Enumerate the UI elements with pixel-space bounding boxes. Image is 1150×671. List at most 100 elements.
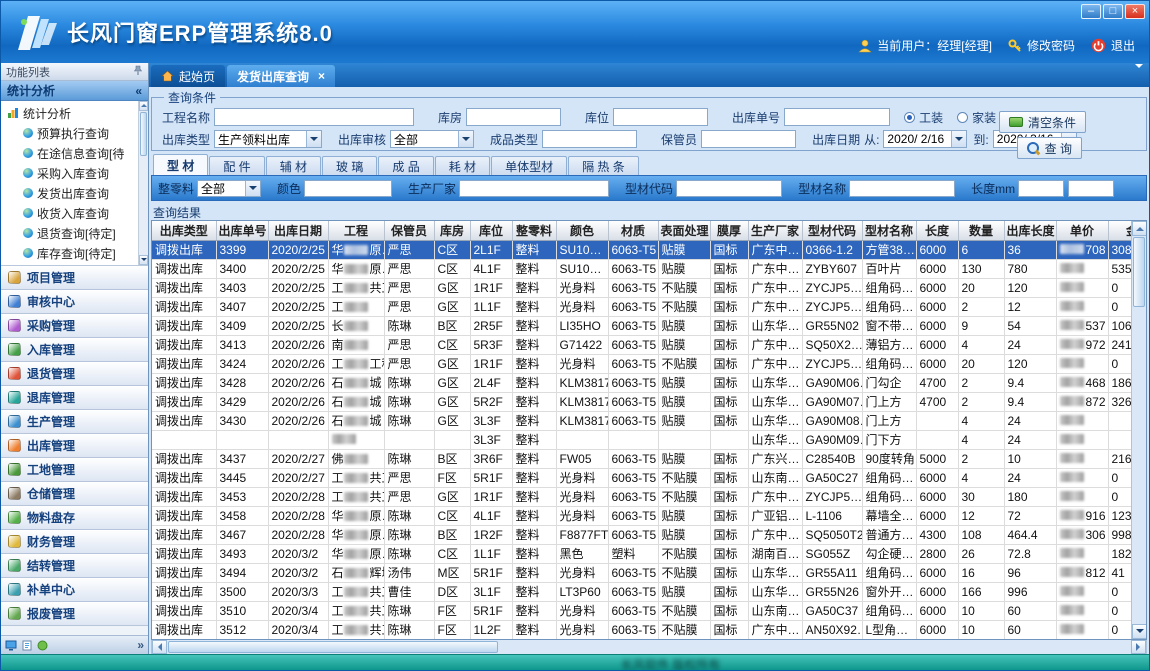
out-type-select[interactable]: 生产领料出库 — [214, 130, 322, 148]
tree-item[interactable]: 在途信息查询[待 — [1, 143, 148, 163]
table-row[interactable]: 调拨出库34292020/2/26石城陈琳G区5R2F整料KLM38176063… — [152, 392, 1131, 411]
pin-icon[interactable] — [133, 65, 143, 79]
column-header[interactable]: 出库长度 — [1004, 221, 1056, 240]
warehouse-input[interactable] — [466, 108, 561, 126]
column-header[interactable]: 膜厚 — [710, 221, 748, 240]
table-row[interactable]: 调拨出库34242020/2/26工工程严思G区1R1F整料光身料6063-T5… — [152, 354, 1131, 373]
table-row[interactable]: 调拨出库34002020/2/25华原…严思C区4L1F整料SU10…6063-… — [152, 259, 1131, 278]
more-chevron[interactable]: » — [137, 638, 144, 652]
tree-item[interactable]: 发货出库查询 — [1, 183, 148, 203]
maximize-button[interactable]: □ — [1103, 4, 1123, 19]
material-tab[interactable]: 辅 材 — [266, 156, 321, 175]
table-row[interactable]: 调拨出库34072020/2/25工严思G区1L1F整料光身料6063-T5不贴… — [152, 297, 1131, 316]
tree-item[interactable]: 退货查询[待定] — [1, 223, 148, 243]
minimize-button[interactable]: – — [1081, 4, 1101, 19]
manufacturer-filter-input[interactable] — [459, 180, 609, 197]
sidebar-group-header[interactable]: 统计分析 « — [1, 81, 148, 101]
table-row[interactable]: 调拨出库34302020/2/26石城陈琳G区3L3F整料KLM38176063… — [152, 411, 1131, 430]
material-tab[interactable]: 单体型材 — [491, 156, 567, 175]
logout-button[interactable]: 退出 — [1091, 37, 1135, 54]
sidebar-item[interactable]: 工地管理 — [1, 458, 148, 482]
table-row[interactable]: 调拨出库34932020/3/2华原…陈琳C区1L1F整料黑色塑料不贴膜国标湖南… — [152, 544, 1131, 563]
search-button[interactable]: 查 询 — [1017, 137, 1082, 159]
scrollbar-thumb[interactable] — [140, 112, 147, 156]
material-tab[interactable]: 玻 璃 — [322, 156, 377, 175]
sidebar-item[interactable]: 出库管理 — [1, 434, 148, 458]
profile-name-filter-input[interactable] — [849, 180, 955, 197]
material-tab[interactable]: 耗 材 — [435, 156, 490, 175]
column-header[interactable]: 出库类型 — [152, 221, 216, 240]
sidebar-item[interactable]: 退货管理 — [1, 362, 148, 386]
horizontal-scrollbar[interactable] — [151, 640, 1147, 654]
tree-scrollbar[interactable] — [138, 101, 148, 265]
length-to-input[interactable] — [1068, 180, 1114, 197]
tab-close-icon[interactable]: × — [318, 69, 325, 83]
scroll-right-icon[interactable] — [1131, 640, 1146, 654]
color-filter-input[interactable] — [304, 180, 392, 197]
table-row[interactable]: 3L3F整料山东华…GA90M09…门下方424 — [152, 430, 1131, 449]
location-input[interactable] — [613, 108, 708, 126]
length-from-input[interactable] — [1018, 180, 1064, 197]
product-type-input[interactable] — [542, 130, 637, 148]
table-row[interactable]: 调拨出库34132020/2/26南严思C区5R3F整料G714226063-T… — [152, 335, 1131, 354]
tab-list-dropdown-icon[interactable] — [1135, 68, 1143, 82]
column-header[interactable]: 长度 — [916, 221, 958, 240]
sidebar-item[interactable]: 物料盘存 — [1, 506, 148, 530]
table-row[interactable]: 调拨出库34532020/2/28工共工程严思G区1R1F整料光身料6063-T… — [152, 487, 1131, 506]
column-header[interactable]: 出库日期 — [268, 221, 328, 240]
tree-root[interactable]: 统计分析 — [1, 103, 148, 123]
column-header[interactable]: 库房 — [434, 221, 470, 240]
scroll-down-icon[interactable] — [139, 255, 148, 265]
tree-item[interactable]: 采购入库查询 — [1, 163, 148, 183]
scrollbar-thumb[interactable] — [1133, 237, 1145, 307]
sidebar-item[interactable]: 审核中心 — [1, 290, 148, 314]
tree-item[interactable]: 收货入库查询 — [1, 203, 148, 223]
material-tab[interactable]: 隔 热 条 — [568, 156, 639, 175]
table-row[interactable]: 调拨出库35002020/3/3工共工程曹佳D区3L1F整料LT3P606063… — [152, 582, 1131, 601]
radio-jiazhuang[interactable]: 家装 — [957, 109, 996, 126]
clear-conditions-button[interactable]: 清空条件 — [999, 111, 1086, 133]
column-header[interactable]: 出库单号 — [216, 221, 268, 240]
table-row[interactable]: 调拨出库35122020/3/4工共工程陈琳F区1L2F整料光身料6063-T5… — [152, 620, 1131, 639]
sidebar-item[interactable]: 退库管理 — [1, 386, 148, 410]
column-header[interactable]: 材质 — [608, 221, 658, 240]
table-row[interactable]: 调拨出库34672020/2/28华原…陈琳B区1R2F整料F8877FT606… — [152, 525, 1131, 544]
report-icon[interactable] — [21, 640, 33, 651]
sidebar-item[interactable]: 采购管理 — [1, 314, 148, 338]
material-tab[interactable]: 型 材 — [153, 154, 208, 175]
table-row[interactable]: 调拨出库34092020/2/25长陈琳B区2R5F整料LI35HO6063-T… — [152, 316, 1131, 335]
keeper-input[interactable] — [701, 130, 796, 148]
sidebar-item[interactable]: 入库管理 — [1, 338, 148, 362]
whole-part-select[interactable]: 全部 — [197, 180, 261, 197]
scroll-left-icon[interactable] — [152, 640, 167, 654]
sidebar-item[interactable]: 项目管理 — [1, 266, 148, 290]
profile-code-filter-input[interactable] — [676, 180, 782, 197]
material-tab[interactable]: 成 品 — [378, 156, 433, 175]
scroll-up-icon[interactable] — [1132, 221, 1147, 236]
vertical-scrollbar[interactable] — [1131, 221, 1146, 639]
column-header[interactable]: 金额 — [1108, 221, 1131, 240]
column-header[interactable]: 工程 — [328, 221, 384, 240]
leaf-icon[interactable] — [37, 640, 48, 651]
column-header[interactable]: 型材代码 — [802, 221, 862, 240]
table-row[interactable]: 调拨出库34282020/2/26石城陈琳G区2L4F整料KLM38176063… — [152, 373, 1131, 392]
table-row[interactable]: 调拨出库34372020/2/27佛陈琳B区3R6F整料FW056063-T5贴… — [152, 449, 1131, 468]
column-header[interactable]: 单价 — [1056, 221, 1108, 240]
project-name-input[interactable] — [214, 108, 414, 126]
tree-item[interactable]: 库存查询[待定] — [1, 243, 148, 263]
table-row[interactable]: 调拨出库34452020/2/27工共工程严思F区5R1F整料光身料6063-T… — [152, 468, 1131, 487]
column-header[interactable]: 数量 — [958, 221, 1004, 240]
table-row[interactable]: 调拨出库35102020/3/4工共工程陈琳F区5R1F整料光身料6063-T5… — [152, 601, 1131, 620]
scroll-down-icon[interactable] — [1132, 624, 1147, 639]
table-row[interactable]: 调拨出库34032020/2/25工共工程严思G区1R1F整料光身料6063-T… — [152, 278, 1131, 297]
date-from-picker[interactable]: 2020/ 2/16 — [883, 130, 967, 148]
table-row[interactable]: 调拨出库34942020/3/2石辉城汤伟M区5R1F整料光身料6063-T5不… — [152, 563, 1131, 582]
tab-home[interactable]: 起始页 — [151, 65, 225, 87]
order-no-input[interactable] — [784, 108, 890, 126]
scroll-up-icon[interactable] — [139, 101, 148, 111]
column-header[interactable]: 整零料 — [512, 221, 556, 240]
column-header[interactable]: 库位 — [470, 221, 512, 240]
close-button[interactable]: × — [1125, 4, 1145, 19]
table-row[interactable]: 调拨出库33992020/2/25华原…严思C区2L1F整料SU10…6063-… — [152, 240, 1131, 259]
change-password-button[interactable]: 修改密码 — [1008, 37, 1075, 54]
